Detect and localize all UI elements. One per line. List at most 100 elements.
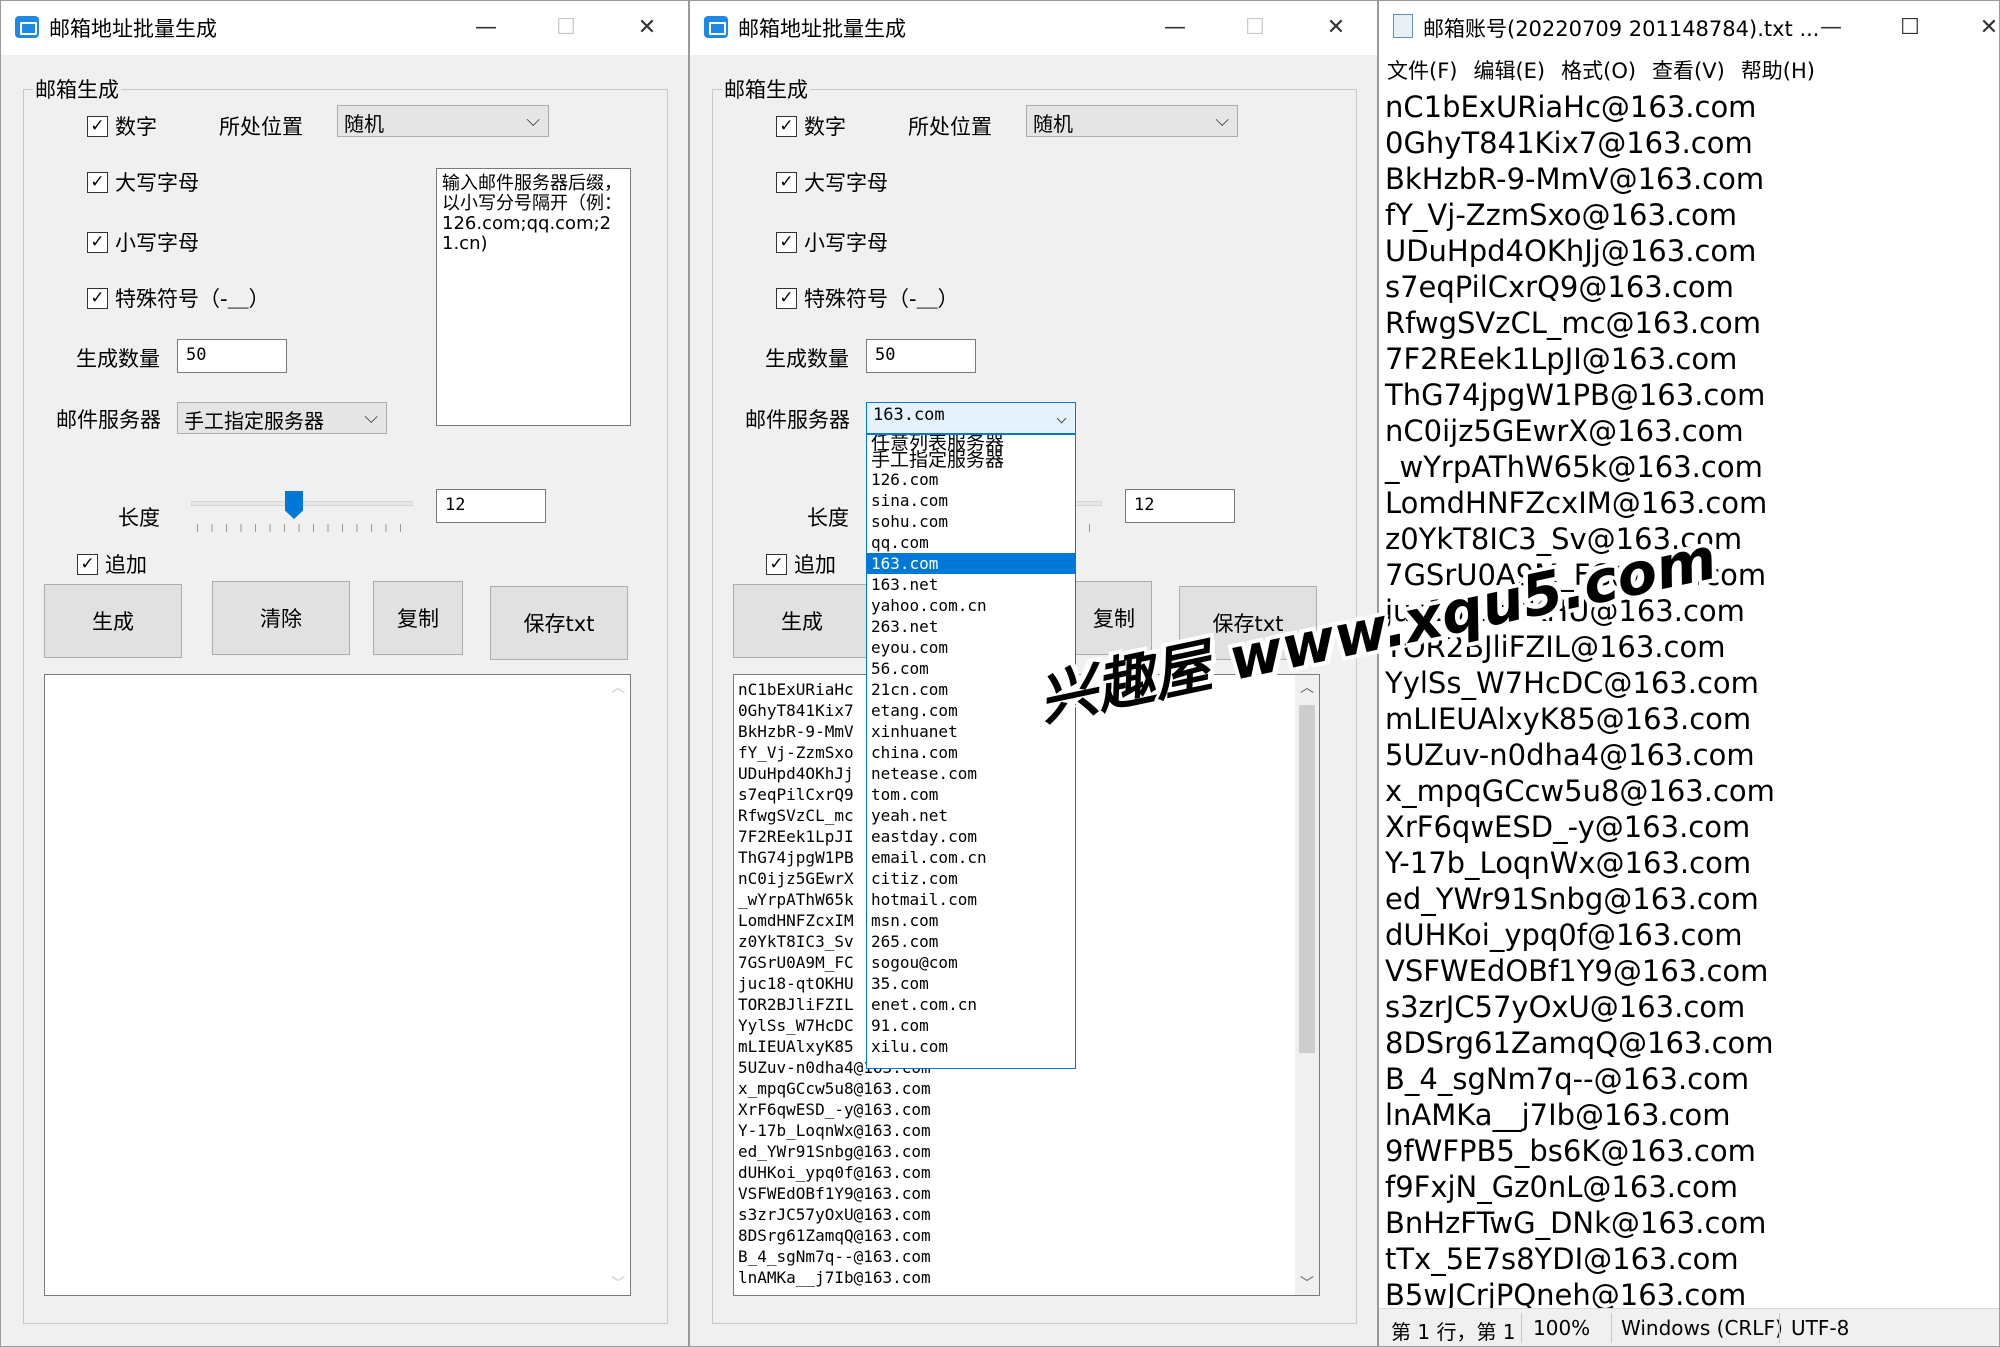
uppercase-checkbox[interactable]: ✓ 大写字母 bbox=[87, 167, 199, 197]
editor-line: ed_YWr91Snbg@163.com bbox=[1385, 882, 1759, 916]
chevron-down-icon: ⌵ bbox=[1215, 110, 1229, 131]
append-checkbox[interactable]: ✓ 追加 bbox=[766, 549, 836, 579]
dropdown-option[interactable]: china.com bbox=[867, 742, 1075, 763]
dropdown-option[interactable]: msn.com bbox=[867, 910, 1075, 931]
length-input[interactable]: 12 bbox=[436, 489, 546, 523]
scrollbar-thumb[interactable] bbox=[1299, 705, 1315, 1053]
lowercase-checkbox[interactable]: ✓ 小写字母 bbox=[776, 227, 888, 257]
editor-line: Y-17b_LoqnWx@163.com bbox=[1385, 846, 1752, 880]
minimize-icon[interactable]: — bbox=[466, 9, 506, 45]
close-icon[interactable]: ✕ bbox=[1969, 9, 2000, 45]
dropdown-option[interactable]: 手工指定服务器 bbox=[867, 451, 1075, 470]
dropdown-option[interactable]: enet.com.cn bbox=[867, 994, 1075, 1015]
status-encoding: UTF-8 bbox=[1791, 1316, 1850, 1340]
output-scrollbar[interactable]: ︿ ﹀ bbox=[1295, 675, 1319, 1295]
editor-line: VSFWEdOBf1Y9@163.com bbox=[1385, 954, 1769, 988]
dropdown-option[interactable]: yahoo.com.cn bbox=[867, 595, 1075, 616]
dropdown-option[interactable]: 263.net bbox=[867, 616, 1075, 637]
output-line: s3zrJC57yOxU@163.com bbox=[738, 1205, 931, 1224]
position-combo[interactable]: 随机 ⌵ bbox=[1026, 105, 1238, 137]
app-mail-icon bbox=[704, 16, 728, 38]
server-dropdown-list[interactable]: 任意列表服务器 手工指定服务器 126.com sina.com sohu.com qq.… bbox=[866, 434, 1076, 1069]
dropdown-option[interactable]: sogou@com bbox=[867, 952, 1075, 973]
close-icon[interactable]: ✕ bbox=[627, 9, 667, 45]
editor-line: s7eqPilCxrQ9@163.com bbox=[1385, 270, 1734, 304]
dropdown-option[interactable]: qq.com bbox=[867, 532, 1075, 553]
server-combo[interactable]: 163.com ⌵ bbox=[866, 402, 1076, 434]
scroll-up-icon[interactable]: ︿ bbox=[606, 675, 630, 699]
window-title: 邮箱账号(20220709 201148784).txt ... bbox=[1423, 17, 1820, 41]
output-scrollbar[interactable]: ︿ ﹀ bbox=[606, 675, 630, 1295]
check-icon: ✓ bbox=[77, 553, 98, 575]
slider-thumb[interactable] bbox=[285, 491, 303, 519]
text-editor[interactable]: nC1bExURiaHc@163.com 0GhyT841Kix7@163.com… bbox=[1379, 89, 1999, 1308]
append-checkbox[interactable]: ✓ 追加 bbox=[77, 549, 147, 579]
server-combo[interactable]: 手工指定服务器 ⌵ bbox=[177, 402, 387, 434]
length-input[interactable]: 12 bbox=[1125, 489, 1235, 523]
copy-button[interactable]: 复制 bbox=[373, 581, 463, 655]
minimize-icon[interactable]: — bbox=[1155, 9, 1195, 45]
dropdown-option[interactable]: tom.com bbox=[867, 784, 1075, 805]
dropdown-option[interactable]: 163.com bbox=[867, 553, 1075, 574]
length-label: 长度 bbox=[807, 506, 849, 530]
notepad-icon bbox=[1393, 14, 1413, 38]
close-icon[interactable]: ✕ bbox=[1316, 9, 1356, 45]
dropdown-option[interactable]: 163.net bbox=[867, 574, 1075, 595]
dropdown-option[interactable]: sina.com bbox=[867, 490, 1075, 511]
title-bar[interactable]: 邮箱账号(20220709 201148784).txt ... — ☐ ✕ bbox=[1379, 1, 1999, 51]
menu-view[interactable]: 查看(V) bbox=[1652, 55, 1725, 85]
dropdown-option[interactable]: 91.com bbox=[867, 1015, 1075, 1036]
dropdown-option[interactable]: sohu.com bbox=[867, 511, 1075, 532]
count-input[interactable]: 50 bbox=[177, 339, 287, 373]
menu-bar: 文件(F) 编辑(E) 格式(O) 查看(V) 帮助(H) bbox=[1379, 51, 1999, 89]
check-icon: ✓ bbox=[776, 171, 797, 193]
scroll-down-icon[interactable]: ﹀ bbox=[606, 1271, 630, 1295]
dropdown-option[interactable]: eastday.com bbox=[867, 826, 1075, 847]
length-slider[interactable] bbox=[191, 491, 413, 541]
generate-button[interactable]: 生成 bbox=[44, 584, 182, 658]
editor-line: lnAMKa__j7Ib@163.com bbox=[1385, 1098, 1731, 1132]
menu-format[interactable]: 格式(O) bbox=[1561, 55, 1636, 85]
dropdown-option[interactable]: hotmail.com bbox=[867, 889, 1075, 910]
dropdown-option[interactable]: citiz.com bbox=[867, 868, 1075, 889]
title-bar[interactable]: 邮箱地址批量生成 — ☐ ✕ bbox=[1, 1, 688, 55]
output-line: Y-17b_LoqnWx@163.com bbox=[738, 1121, 931, 1140]
dropdown-option[interactable]: netease.com bbox=[867, 763, 1075, 784]
special-chars-checkbox[interactable]: ✓ 特殊符号（-＿） bbox=[87, 283, 270, 313]
scroll-down-icon[interactable]: ﹀ bbox=[1295, 1271, 1319, 1295]
status-divider bbox=[1521, 1313, 1522, 1343]
minimize-icon[interactable]: — bbox=[1811, 9, 1851, 45]
lowercase-checkbox[interactable]: ✓ 小写字母 bbox=[87, 227, 199, 257]
server-suffix-textarea[interactable]: 输入邮件服务器后缀，以小写分号隔开（例：126.com;qq.com;21.cn… bbox=[436, 168, 631, 426]
menu-help[interactable]: 帮助(H) bbox=[1741, 55, 1815, 85]
uppercase-checkbox[interactable]: ✓ 大写字母 bbox=[776, 167, 888, 197]
server-label: 邮件服务器 bbox=[56, 408, 161, 432]
slider-ticks bbox=[197, 524, 407, 532]
status-bar: 第 1 行，第 1 100% Windows (CRLF) UTF-8 bbox=[1379, 1308, 1999, 1346]
status-cursor-position: 第 1 行，第 1 bbox=[1391, 1320, 1516, 1344]
editor-line: 7F2REek1LpJI@163.com bbox=[1385, 342, 1738, 376]
dropdown-option[interactable]: xilu.com bbox=[867, 1036, 1075, 1057]
menu-edit[interactable]: 编辑(E) bbox=[1473, 55, 1545, 85]
special-chars-checkbox[interactable]: ✓ 特殊符号（-＿） bbox=[776, 283, 959, 313]
save-txt-button[interactable]: 保存txt bbox=[490, 586, 628, 660]
dropdown-option[interactable]: email.com.cn bbox=[867, 847, 1075, 868]
output-textarea[interactable]: ︿ ﹀ bbox=[44, 674, 631, 1296]
clear-button[interactable]: 清除 bbox=[212, 581, 350, 655]
menu-file[interactable]: 文件(F) bbox=[1387, 55, 1457, 85]
dropdown-option[interactable]: 35.com bbox=[867, 973, 1075, 994]
generate-button[interactable]: 生成 bbox=[733, 584, 871, 658]
editor-line: BnHzFTwG_DNk@163.com bbox=[1385, 1206, 1767, 1240]
status-divider bbox=[1611, 1313, 1612, 1343]
title-bar[interactable]: 邮箱地址批量生成 — ☐ ✕ bbox=[690, 1, 1377, 55]
output-line: VSFWEdOBf1Y9@163.com bbox=[738, 1184, 931, 1203]
digits-checkbox[interactable]: ✓ 数字 bbox=[87, 111, 157, 141]
count-input[interactable]: 50 bbox=[866, 339, 976, 373]
position-combo[interactable]: 随机 ⌵ bbox=[337, 105, 549, 137]
output-line: XrF6qwESD_-y@163.com bbox=[738, 1100, 931, 1119]
dropdown-option[interactable]: yeah.net bbox=[867, 805, 1075, 826]
digits-checkbox[interactable]: ✓ 数字 bbox=[776, 111, 846, 141]
maximize-icon[interactable]: ☐ bbox=[1890, 9, 1930, 45]
dropdown-option[interactable]: 265.com bbox=[867, 931, 1075, 952]
dropdown-option[interactable]: 126.com bbox=[867, 469, 1075, 490]
